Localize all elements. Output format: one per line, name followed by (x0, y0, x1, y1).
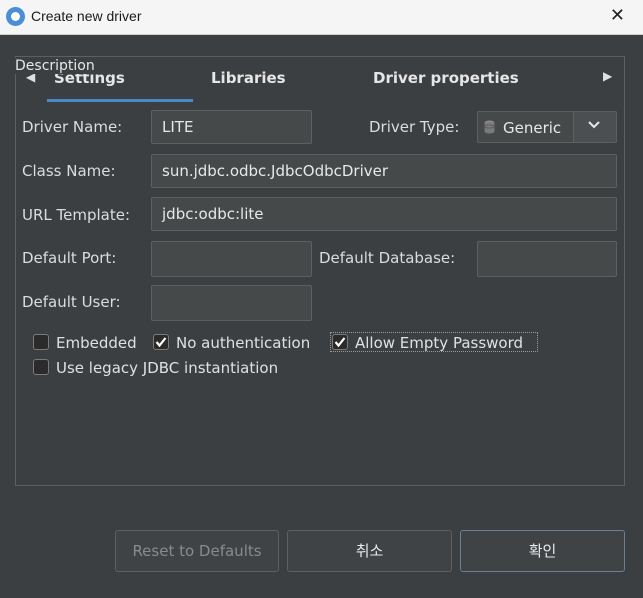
default-port-label: Default Port: (22, 249, 117, 267)
description-label: Description (15, 58, 97, 74)
class-name-field[interactable]: sun.jdbc.odbc.JdbcOdbcDriver (151, 154, 617, 188)
driver-name-label: Driver Name: (22, 118, 123, 136)
no-authentication-checkbox[interactable] (153, 334, 169, 350)
ok-button[interactable]: 확인 (460, 530, 625, 572)
no-authentication-label: No authentication (176, 334, 311, 352)
driver-type-label: Driver Type: (369, 118, 460, 136)
tab-scroll-right-icon[interactable]: ▶ (603, 69, 612, 83)
class-name-label: Class Name: (22, 162, 116, 180)
allow-empty-password-checkbox[interactable] (332, 334, 348, 350)
legacy-jdbc-checkbox[interactable] (33, 359, 49, 375)
embedded-label: Embedded (56, 334, 137, 352)
default-port-field[interactable] (151, 241, 312, 277)
default-database-label: Default Database: (319, 249, 456, 267)
driver-type-select[interactable]: Generic (477, 111, 617, 143)
driver-name-field[interactable]: LITE (151, 110, 312, 144)
window-title: Create new driver (31, 8, 142, 24)
embedded-checkbox[interactable] (33, 334, 49, 350)
reset-to-defaults-button[interactable]: Reset to Defaults (115, 530, 279, 572)
default-database-field[interactable] (477, 241, 617, 277)
checkmark-icon (155, 337, 167, 348)
driver-type-dropdown-button[interactable] (573, 112, 616, 142)
active-tab-indicator (47, 99, 193, 102)
app-icon (6, 7, 25, 26)
driver-type-value: Generic (503, 119, 562, 137)
legacy-jdbc-label: Use legacy JDBC instantiation (56, 359, 279, 377)
cancel-button[interactable]: 취소 (287, 530, 452, 572)
chevron-down-icon (588, 121, 600, 129)
url-template-field[interactable]: jdbc:odbc:lite (151, 197, 617, 231)
checkmark-icon (334, 337, 346, 348)
url-template-label: URL Template: (22, 206, 131, 224)
default-user-field[interactable] (151, 285, 312, 321)
default-user-label: Default User: (22, 293, 121, 311)
tab-driver-properties[interactable]: Driver properties (373, 69, 519, 87)
close-icon[interactable]: ✕ (610, 5, 625, 26)
tab-libraries[interactable]: Libraries (211, 69, 286, 87)
title-bar: Create new driver ✕ (0, 0, 643, 35)
allow-empty-password-label: Allow Empty Password (355, 334, 524, 352)
database-icon (484, 120, 495, 134)
